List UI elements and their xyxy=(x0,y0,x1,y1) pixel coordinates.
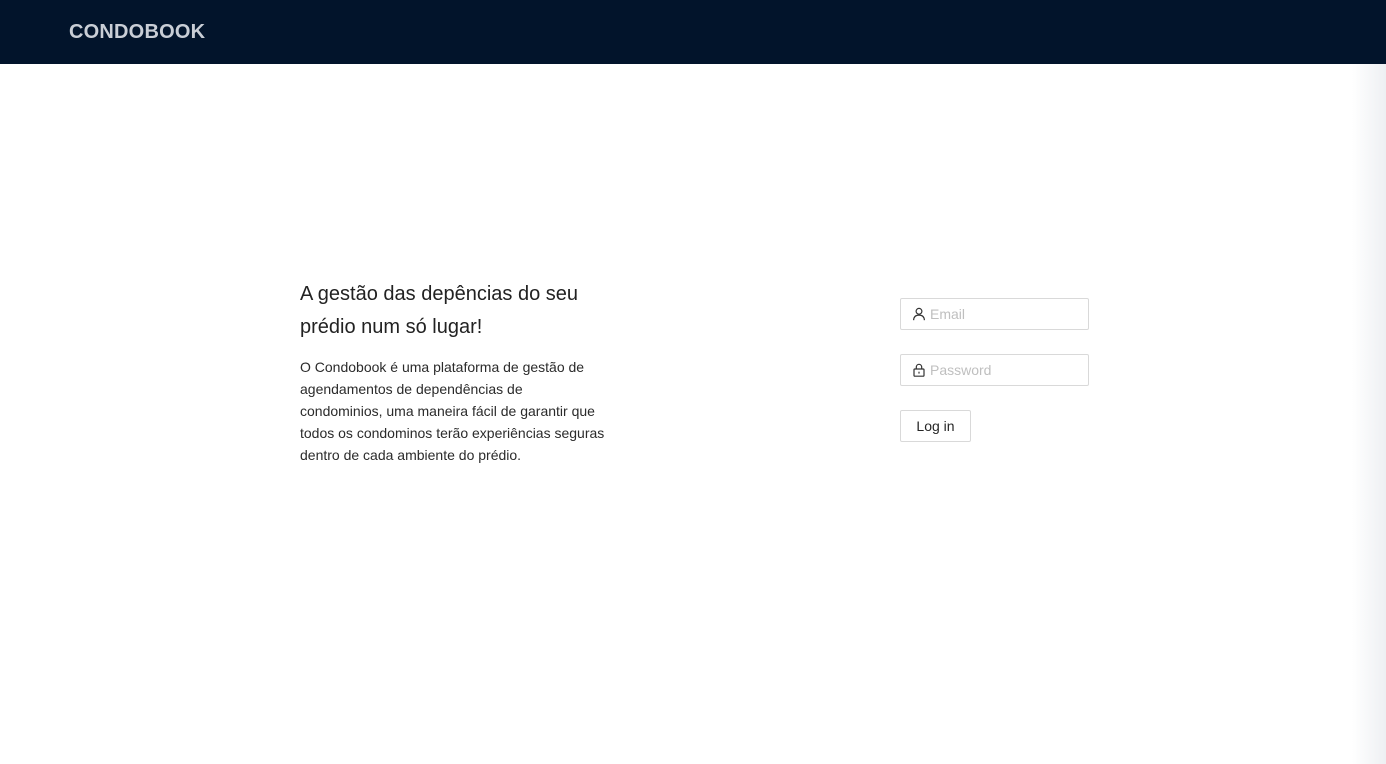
intro-description: O Condobook é uma plataforma de gestão d… xyxy=(300,359,605,463)
right-edge-shadow xyxy=(1352,64,1386,764)
password-field-wrapper xyxy=(900,354,1089,386)
lock-icon xyxy=(912,363,926,377)
user-icon xyxy=(912,307,926,321)
top-navbar: CONDOBOOK xyxy=(0,0,1386,64)
email-field[interactable] xyxy=(930,299,1084,329)
email-field-wrapper xyxy=(900,298,1089,330)
intro-section: A gestão das depências do seu prédio num… xyxy=(300,278,605,466)
page-headline: A gestão das depências do seu prédio num… xyxy=(300,283,578,338)
password-field[interactable] xyxy=(930,355,1084,385)
login-button[interactable]: Log in xyxy=(900,410,971,442)
login-form: Log in xyxy=(900,298,1089,442)
brand-logo[interactable]: CONDOBOOK xyxy=(69,20,205,44)
